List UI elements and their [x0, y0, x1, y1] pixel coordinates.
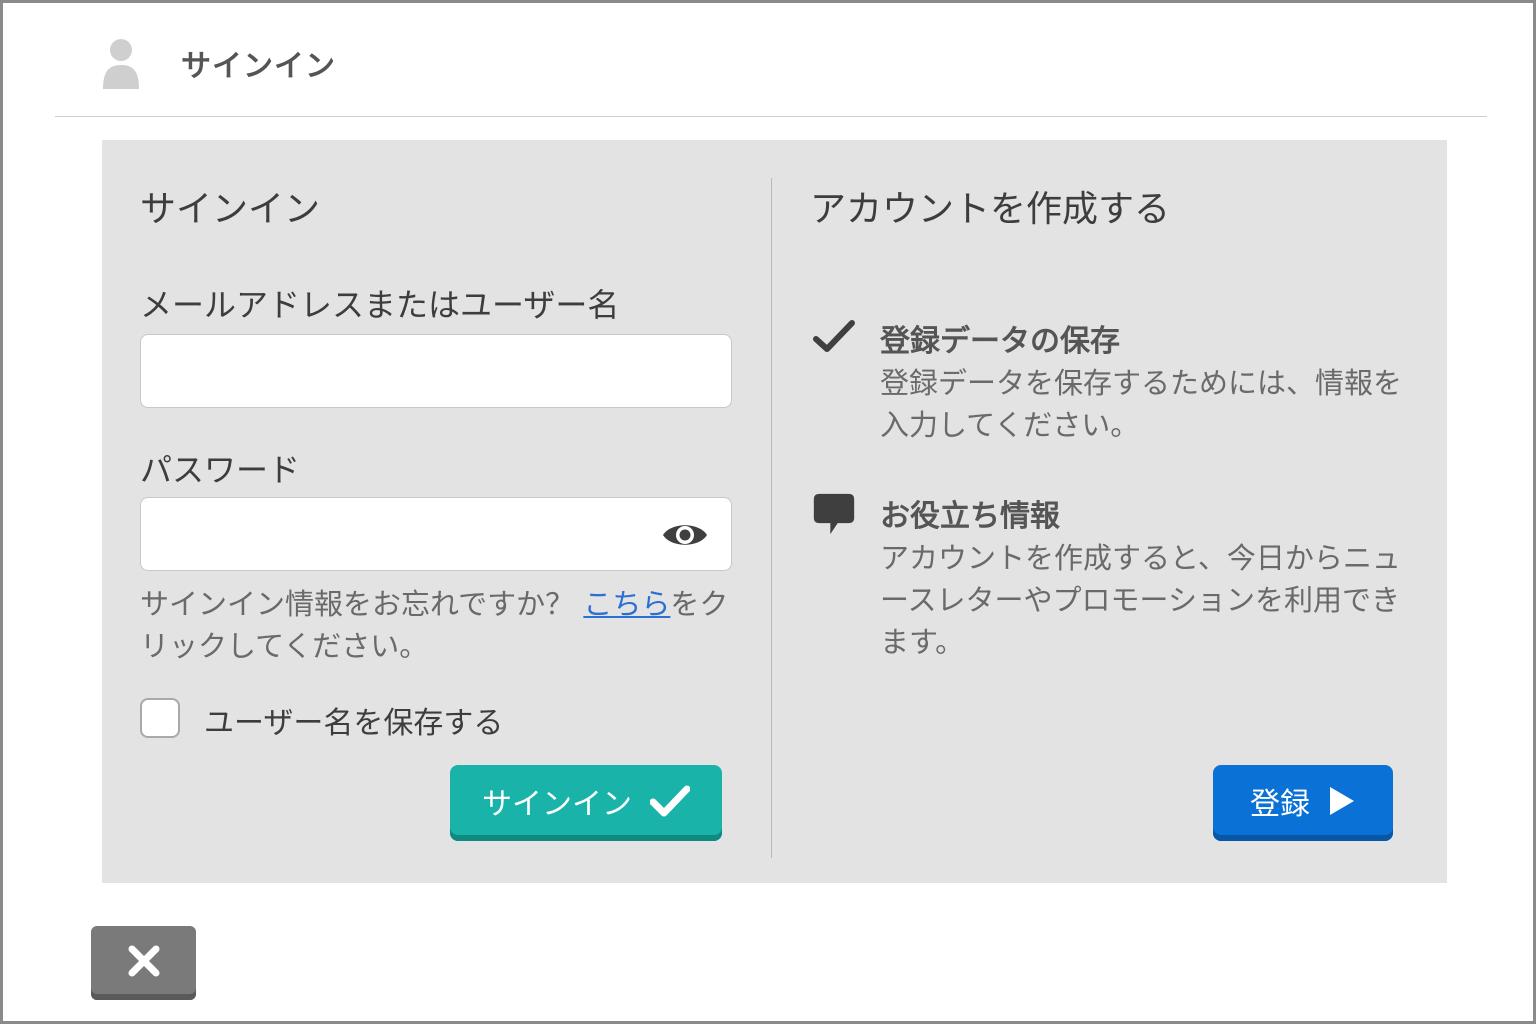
forgot-signin-link[interactable]: こちら: [583, 587, 670, 621]
content-panel: サインイン メールアドレスまたはユーザー名 パスワード サインイン情報をお忘れで…: [102, 140, 1447, 883]
dialog-header: サインイン: [55, 3, 1487, 117]
remember-username-checkbox[interactable]: [140, 698, 180, 738]
remember-username-label[interactable]: ユーザー名を保存する: [204, 698, 503, 742]
signin-button[interactable]: サインイン: [450, 765, 722, 841]
play-triangle-icon: [1330, 787, 1354, 815]
email-input[interactable]: [140, 334, 732, 408]
feature-desc-save: 登録データを保存するためには、情報を入力してください。: [880, 366, 1403, 442]
dialog-title: サインイン: [181, 49, 336, 84]
email-label: メールアドレスまたはユーザー名: [140, 286, 620, 324]
close-button[interactable]: [91, 926, 196, 1000]
close-icon: [128, 945, 159, 977]
signin-dialog: サインイン サインイン メールアドレスまたはユーザー名 パスワード サインイン情…: [0, 0, 1536, 1024]
checkmark-icon: [813, 320, 855, 352]
password-field[interactable]: [140, 497, 732, 571]
checkmark-icon: [650, 785, 690, 817]
register-button[interactable]: 登録: [1213, 765, 1393, 841]
password-label: パスワード: [140, 451, 301, 489]
speech-bubble-icon: [813, 493, 855, 535]
signin-section-title: サインイン: [140, 189, 321, 230]
signin-button-label: サインイン: [482, 787, 632, 822]
register-button-label: 登録: [1250, 787, 1310, 822]
eye-icon[interactable]: [661, 518, 709, 552]
panel-divider: [771, 178, 772, 858]
feature-desc-info: アカウントを作成すると、今日からニュースレターやプロモーションを利用できます。: [880, 541, 1401, 659]
register-section-title: アカウントを作成する: [810, 189, 1171, 230]
user-icon: [103, 39, 139, 89]
forgot-prefix: サインイン情報をお忘れですか？: [140, 587, 575, 621]
forgot-signin-text: サインイン情報をお忘れですか？ こちらをクリックしてください。: [140, 583, 740, 667]
feature-title-save: 登録データの保存: [880, 324, 1120, 359]
feature-title-info: お役立ち情報: [880, 499, 1060, 534]
